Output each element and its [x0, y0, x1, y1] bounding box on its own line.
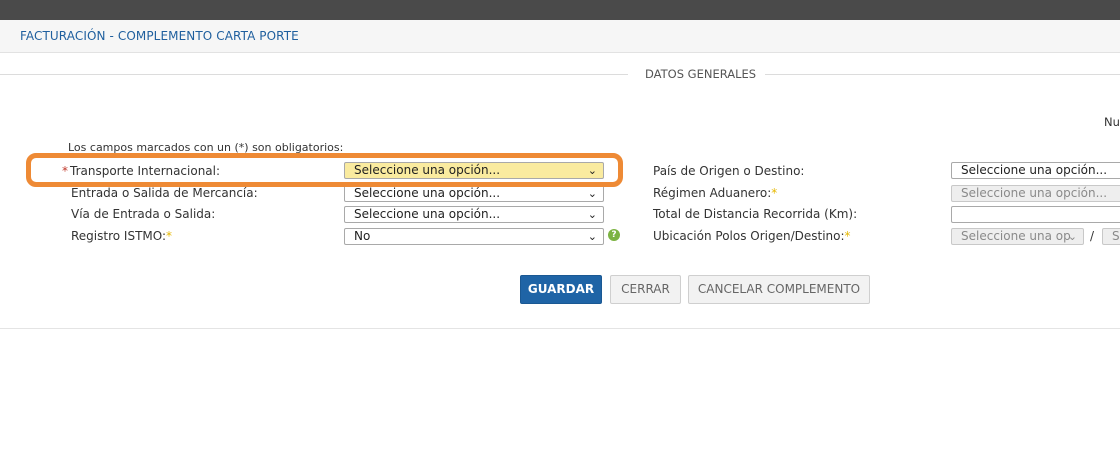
- required-star: *: [844, 229, 851, 243]
- pais-origen-select[interactable]: Seleccione una opción...: [951, 162, 1120, 179]
- top-bar: [0, 0, 1120, 20]
- required-star: *: [166, 229, 173, 243]
- guardar-button[interactable]: GUARDAR: [520, 275, 602, 304]
- page-header: FACTURACIÓN - COMPLEMENTO CARTA PORTE: [0, 20, 1120, 53]
- highlight-annotation: [26, 153, 623, 187]
- bottom-divider: [0, 328, 1120, 329]
- truncated-label: Nu: [1104, 115, 1120, 129]
- ubicacion-polos-label: Ubicación Polos Origen/Destino:*: [653, 229, 851, 243]
- cancelar-complemento-button[interactable]: CANCELAR COMPLEMENTO: [688, 275, 870, 304]
- chevron-down-icon: ⌄: [587, 187, 597, 200]
- entrada-salida-select[interactable]: Seleccione una opción... ⌄: [344, 185, 604, 202]
- pais-origen-label: País de Origen o Destino:: [653, 164, 805, 178]
- total-distancia-label: Total de Distancia Recorrida (Km):: [653, 207, 858, 221]
- ubicacion-destino-select[interactable]: Se: [1102, 228, 1120, 245]
- section-title: DATOS GENERALES: [643, 67, 759, 81]
- chevron-down-icon: ⌄: [587, 208, 597, 221]
- required-star: *: [771, 186, 778, 200]
- via-entrada-label: Vía de Entrada o Salida:: [71, 207, 216, 221]
- registro-istmo-label: Registro ISTMO:*: [71, 229, 173, 243]
- cerrar-button[interactable]: CERRAR: [610, 275, 681, 304]
- entrada-salida-label: Entrada o Salida de Mercancía:: [71, 186, 258, 200]
- page-title: FACTURACIÓN - COMPLEMENTO CARTA PORTE: [20, 29, 299, 43]
- via-entrada-select[interactable]: Seleccione una opción... ⌄: [344, 206, 604, 223]
- help-icon[interactable]: ?: [608, 229, 620, 241]
- total-distancia-input[interactable]: [951, 206, 1120, 223]
- ubicacion-origen-select[interactable]: Seleccione una op ⌄: [951, 228, 1084, 245]
- section-divider-left: [0, 74, 628, 75]
- regimen-aduanero-label: Régimen Aduanero:*: [653, 186, 778, 200]
- section-divider-right: [765, 74, 1120, 75]
- separator: /: [1090, 229, 1095, 243]
- chevron-down-icon: ⌄: [587, 230, 597, 243]
- registro-istmo-select[interactable]: No ⌄: [344, 228, 604, 245]
- regimen-aduanero-select[interactable]: Seleccione una opción...: [951, 185, 1120, 202]
- chevron-down-icon: ⌄: [1067, 230, 1077, 243]
